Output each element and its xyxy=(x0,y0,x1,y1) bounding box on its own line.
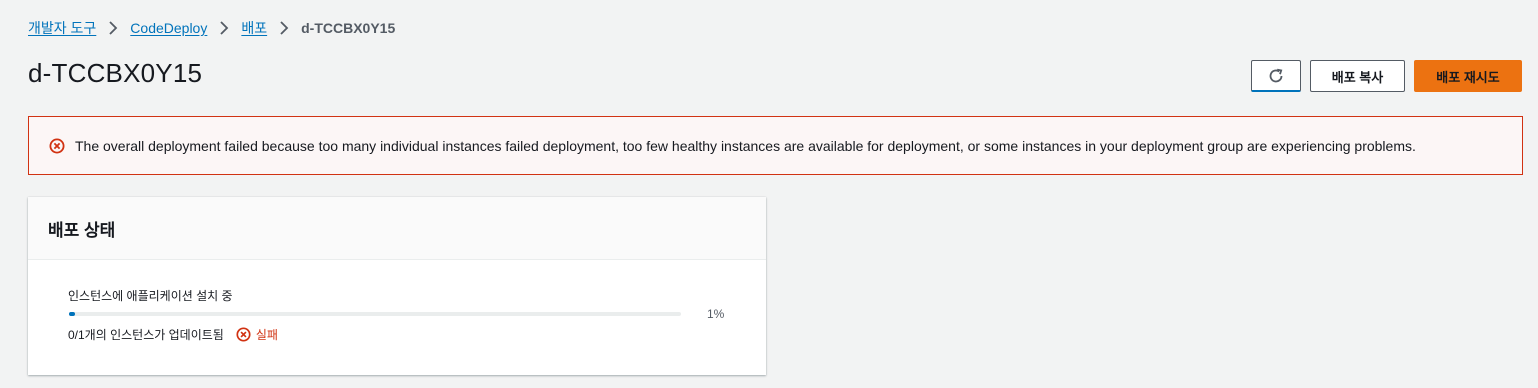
deployment-status-panel: 배포 상태 인스턴스에 애플리케이션 설치 중 1% 0/1개의 인스턴스가 업… xyxy=(28,197,766,375)
progress-bar-fill xyxy=(69,312,76,316)
progress-status: 0/1개의 인스턴스가 업데이트됨 실패 xyxy=(68,326,278,343)
status-failed-label: 실패 xyxy=(255,328,278,342)
progress-bar xyxy=(69,312,681,316)
refresh-button[interactable] xyxy=(1251,60,1301,92)
breadcrumb-developer-tools[interactable]: 개발자 도구 xyxy=(28,18,96,38)
progress-label: 인스턴스에 애플리케이션 설치 중 xyxy=(68,289,233,303)
panel-title: 배포 상태 xyxy=(28,197,766,260)
chevron-right-icon xyxy=(279,21,289,35)
breadcrumb-deployments[interactable]: 배포 xyxy=(241,18,267,38)
header-actions: 배포 복사 배포 재시도 xyxy=(1251,60,1522,92)
error-circle-icon xyxy=(236,327,256,342)
breadcrumb: 개발자 도구 CodeDeploy 배포 d-TCCBX0Y15 xyxy=(28,18,395,38)
refresh-icon xyxy=(1268,68,1284,84)
chevron-right-icon xyxy=(219,21,229,35)
chevron-right-icon xyxy=(108,21,118,35)
error-circle-icon xyxy=(49,138,65,154)
page-title: d-TCCBX0Y15 xyxy=(28,58,203,88)
instances-updated-text: 0/1개의 인스턴스가 업데이트됨 xyxy=(68,328,224,342)
progress-percent: 1% xyxy=(707,307,725,321)
error-alert: The overall deployment failed because to… xyxy=(28,116,1523,175)
breadcrumb-current: d-TCCBX0Y15 xyxy=(301,20,396,36)
retry-deployment-button[interactable]: 배포 재시도 xyxy=(1414,60,1522,92)
alert-message: The overall deployment failed because to… xyxy=(75,137,1416,154)
copy-deployment-button[interactable]: 배포 복사 xyxy=(1310,60,1405,92)
status-failed: 실패 xyxy=(236,326,278,343)
breadcrumb-codedeploy[interactable]: CodeDeploy xyxy=(130,20,207,36)
